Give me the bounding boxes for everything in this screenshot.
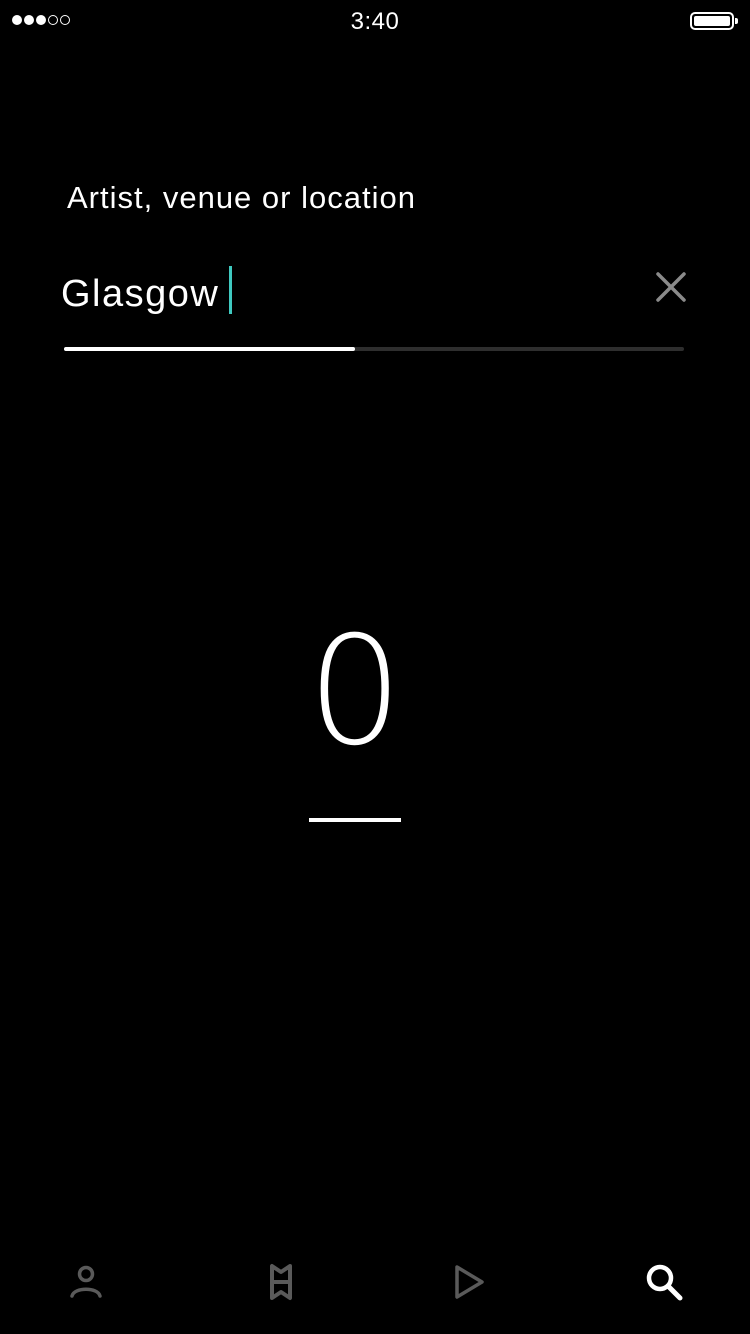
status-bar: 3:40: [0, 0, 750, 40]
tab-search[interactable]: [642, 1260, 686, 1304]
tab-saved[interactable]: [259, 1260, 303, 1304]
close-icon: [656, 272, 686, 302]
search-icon: [646, 1264, 683, 1301]
search-input-value[interactable]: Glasgow: [61, 266, 233, 316]
play-icon: [455, 1265, 484, 1299]
text-caret: [229, 266, 233, 314]
search-progress-fill: [64, 347, 356, 351]
tab-bar: [0, 1240, 750, 1334]
tab-profile[interactable]: [64, 1260, 108, 1304]
profile-icon: [70, 1265, 102, 1298]
status-time: 3:40: [350, 8, 400, 35]
search-progress-bar: [64, 347, 684, 351]
search-query-text: Glasgow: [61, 273, 220, 315]
tab-play[interactable]: [446, 1260, 490, 1304]
bookmark-icon: [270, 1264, 292, 1300]
result-count-underline: [309, 818, 401, 822]
result-count: 0: [307, 605, 403, 779]
battery-icon: [690, 12, 738, 30]
clear-search-button[interactable]: [652, 268, 690, 306]
search-label: Artist, venue or location: [67, 180, 416, 215]
search-input[interactable]: Glasgow: [60, 262, 690, 322]
